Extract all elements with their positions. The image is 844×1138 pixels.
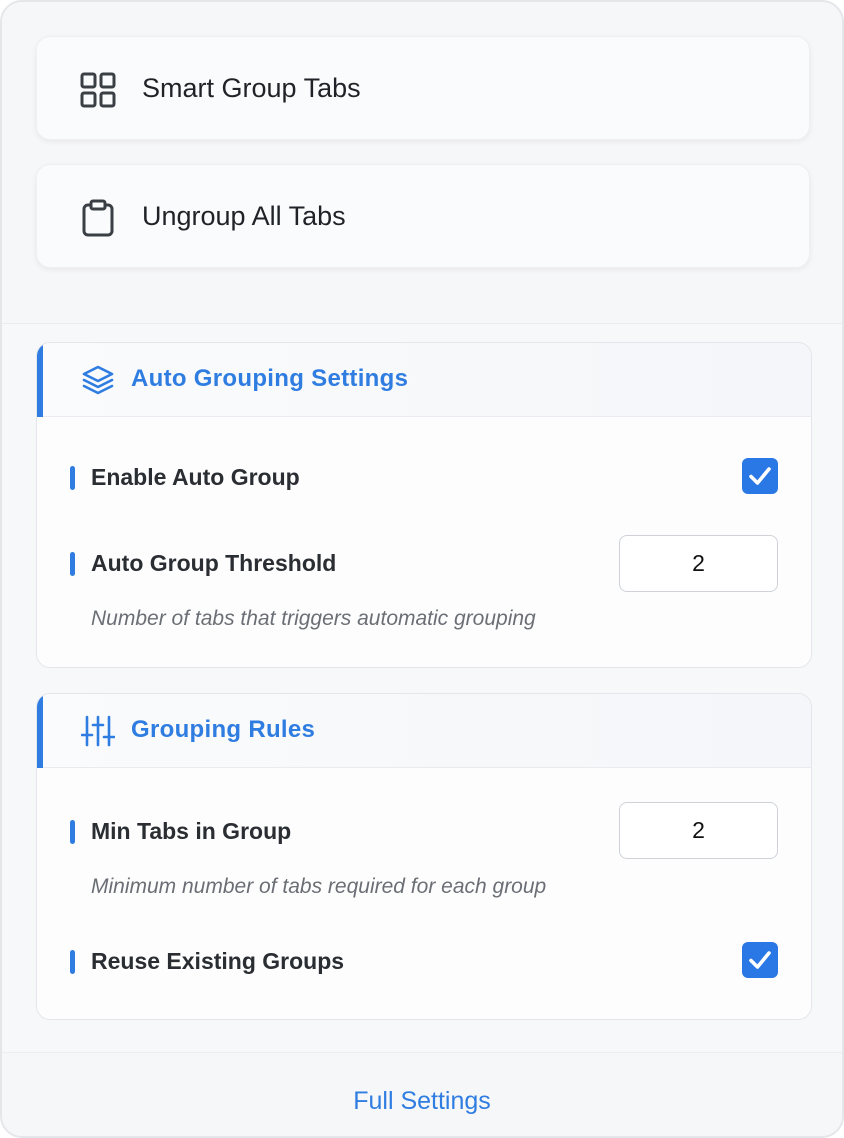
checkmark-icon: [749, 467, 771, 485]
reuse-existing-groups-label: Reuse Existing Groups: [69, 948, 345, 974]
grid-icon: [79, 71, 117, 109]
smart-group-tabs-button[interactable]: Smart Group Tabs: [36, 36, 810, 140]
auto-grouping-header: Auto Grouping Settings: [37, 343, 811, 417]
checkmark-icon: [749, 951, 771, 969]
popup-window: Smart Group Tabs Ungroup All Tabs Auto G…: [0, 0, 844, 1138]
ungroup-all-tabs-label: Ungroup All Tabs: [142, 200, 346, 231]
grouping-rules-title: Grouping Rules: [131, 716, 316, 743]
layers-icon: [81, 363, 115, 397]
quick-actions: Smart Group Tabs Ungroup All Tabs: [2, 2, 842, 324]
min-tabs-in-group-input[interactable]: [619, 802, 778, 859]
min-tabs-in-group-label: Min Tabs in Group: [69, 818, 292, 844]
footer: Full Settings: [2, 1052, 842, 1136]
grouping-rules-header: Grouping Rules: [37, 694, 811, 768]
auto-group-threshold-label: Auto Group Threshold: [69, 550, 337, 576]
auto-group-threshold-hint: Number of tabs that triggers automatic g…: [91, 607, 536, 630]
enable-auto-group-label: Enable Auto Group: [70, 464, 300, 490]
enable-auto-group-checkbox[interactable]: [742, 458, 778, 494]
auto-group-threshold-input[interactable]: [619, 535, 778, 592]
clipboard-icon: [79, 199, 117, 237]
auto-grouping-title: Auto Grouping Settings: [131, 365, 409, 392]
reuse-existing-groups-checkbox[interactable]: [742, 942, 778, 978]
sliders-icon: [80, 714, 116, 748]
full-settings-link[interactable]: Full Settings: [2, 1087, 842, 1116]
ungroup-all-tabs-button[interactable]: Ungroup All Tabs: [36, 164, 810, 268]
grouping-rules-card: Grouping Rules Min Tabs in Group Minimum…: [36, 693, 812, 1020]
auto-grouping-settings-card: Auto Grouping Settings Enable Auto Group…: [36, 342, 812, 668]
smart-group-tabs-label: Smart Group Tabs: [142, 72, 361, 103]
min-tabs-in-group-hint: Minimum number of tabs required for each…: [91, 875, 547, 898]
